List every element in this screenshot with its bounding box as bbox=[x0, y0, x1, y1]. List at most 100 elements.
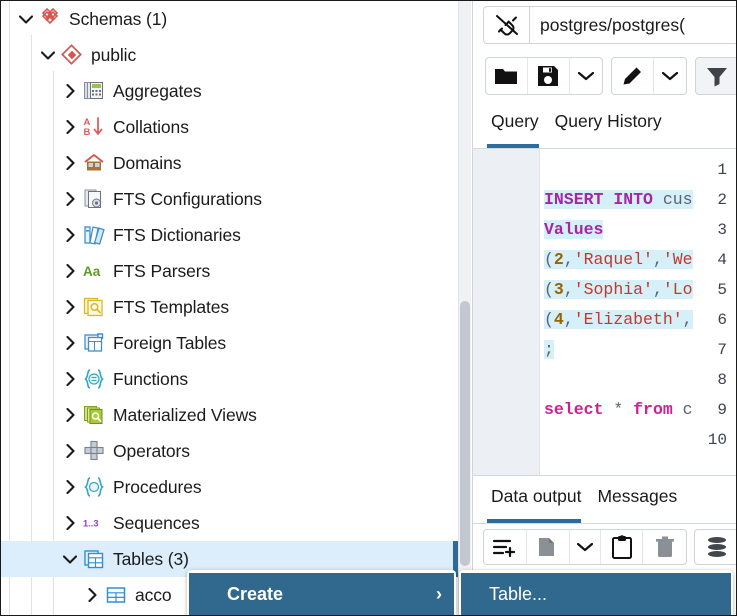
tab-data-output[interactable]: Data output bbox=[487, 480, 593, 523]
domains-icon bbox=[81, 152, 107, 174]
tree-item-label: Foreign Tables bbox=[113, 332, 227, 353]
output-tab-strip: Data output Messages bbox=[473, 480, 736, 524]
tab-query-history[interactable]: Query History bbox=[551, 105, 674, 148]
tree-item-domains[interactable]: Domains bbox=[1, 145, 458, 181]
tree-item-label: Tables (3) bbox=[113, 548, 189, 569]
sql-editor[interactable]: 1 2 3 4 5 6 7 8 9 10 INSERT INTO cus Values (2,'Raq… bbox=[473, 149, 736, 475]
code-line[interactable]: INSERT INTO cus bbox=[544, 185, 693, 215]
filter-button-group bbox=[695, 57, 736, 95]
tree-item-aggregates[interactable]: Aggregates bbox=[1, 73, 458, 109]
tree-item-foreign-tables[interactable]: Foreign Tables bbox=[1, 325, 458, 361]
chevron-right-icon[interactable] bbox=[59, 264, 81, 278]
chevron-right-icon[interactable] bbox=[59, 372, 81, 386]
tree-item-fts-parsers[interactable]: Aa FTS Parsers bbox=[1, 253, 458, 289]
query-tab-strip: Query Query History bbox=[473, 105, 736, 149]
chevron-right-icon[interactable] bbox=[59, 336, 81, 350]
tree-item-schemas-1[interactable]: Schemas (1) bbox=[1, 1, 458, 37]
code-line[interactable]: (4,'Elizabeth', bbox=[544, 305, 693, 335]
save-dropdown-chevron-down-icon[interactable] bbox=[570, 58, 602, 94]
tab-query[interactable]: Query bbox=[487, 105, 551, 148]
tree-item-procedures[interactable]: Procedures bbox=[1, 469, 458, 505]
code-line[interactable]: select * from c bbox=[544, 395, 693, 425]
chevron-right-icon[interactable] bbox=[59, 480, 81, 494]
tree-item-fts-templates[interactable]: FTS Templates bbox=[1, 289, 458, 325]
line-number: 6 bbox=[717, 311, 727, 329]
chevron-right-icon[interactable] bbox=[59, 156, 81, 170]
sequences-icon: 1..3 bbox=[81, 512, 107, 534]
chevron-down-icon[interactable] bbox=[37, 50, 59, 60]
context-submenu-create: Table... bbox=[459, 570, 733, 615]
fts-configurations-icon bbox=[81, 188, 107, 210]
line-number: 9 bbox=[717, 401, 727, 419]
paste-icon[interactable] bbox=[601, 530, 644, 564]
tree-item-fts-configurations[interactable]: FTS Configurations bbox=[1, 181, 458, 217]
tree-item-materialized-views[interactable]: Materialized Views bbox=[1, 397, 458, 433]
tree-item-label: Collations bbox=[113, 116, 189, 137]
tree-item-public[interactable]: public bbox=[1, 37, 458, 73]
menu-item-table[interactable]: Table... bbox=[461, 573, 731, 615]
open-file-icon[interactable] bbox=[486, 58, 528, 94]
tree-item-operators[interactable]: Operators bbox=[1, 433, 458, 469]
edit-button-group bbox=[611, 57, 688, 95]
tree-item-label: FTS Templates bbox=[113, 296, 230, 317]
pencil-icon[interactable] bbox=[612, 58, 654, 94]
disconnected-plug-icon[interactable] bbox=[483, 6, 529, 44]
line-number: 4 bbox=[717, 251, 727, 269]
copy-dropdown-chevron-down-icon[interactable] bbox=[570, 530, 601, 564]
code-line[interactable]: Values bbox=[544, 215, 604, 245]
table-icon bbox=[103, 584, 129, 606]
tree-item-label: Materialized Views bbox=[113, 404, 257, 425]
chevron-right-icon[interactable] bbox=[59, 300, 81, 314]
edit-dropdown-chevron-down-icon[interactable] bbox=[654, 58, 686, 94]
tree-item-label: Procedures bbox=[113, 476, 202, 497]
code-line[interactable]: (3,'Sophia','Lo bbox=[544, 275, 693, 305]
tree-item-label: Operators bbox=[113, 440, 190, 461]
line-number: 3 bbox=[717, 221, 727, 239]
line-number: 7 bbox=[717, 341, 727, 359]
add-row-icon[interactable] bbox=[484, 530, 527, 564]
menu-item-create[interactable]: Create › bbox=[189, 573, 454, 615]
chevron-right-icon[interactable] bbox=[81, 588, 103, 602]
chevron-right-icon[interactable] bbox=[59, 120, 81, 134]
save-file-icon[interactable] bbox=[528, 58, 570, 94]
pgadmin-window: Schemas (1) public Aggregates A B Collations D… bbox=[0, 0, 737, 616]
line-number: 5 bbox=[717, 281, 727, 299]
filter-icon[interactable] bbox=[696, 58, 736, 94]
tree-item-label: Sequences bbox=[113, 512, 200, 533]
line-number: 8 bbox=[717, 371, 727, 389]
tree-item-label: acco bbox=[135, 584, 172, 605]
chevron-right-icon[interactable] bbox=[59, 228, 81, 242]
trash-icon[interactable] bbox=[643, 530, 686, 564]
procedures-icon bbox=[81, 476, 107, 498]
chevron-down-icon[interactable] bbox=[15, 14, 37, 24]
aggregates-icon bbox=[81, 80, 107, 102]
object-browser-tree[interactable]: Schemas (1) public Aggregates A B Collations D… bbox=[1, 1, 458, 615]
chevron-right-icon: › bbox=[436, 583, 442, 604]
chevron-right-icon[interactable] bbox=[59, 408, 81, 422]
code-line[interactable]: ; bbox=[544, 335, 554, 365]
svg-text:Aa: Aa bbox=[83, 264, 101, 279]
tab-query-history-label: Query History bbox=[554, 111, 662, 131]
line-number-gutter bbox=[473, 149, 540, 475]
output-button-group bbox=[483, 529, 688, 565]
chevron-right-icon[interactable] bbox=[59, 516, 81, 530]
tree-item-label: Schemas (1) bbox=[69, 8, 168, 29]
tree-item-collations[interactable]: A B Collations bbox=[1, 109, 458, 145]
connection-string[interactable]: postgres/postgres( bbox=[529, 6, 736, 44]
tree-item-label: FTS Dictionaries bbox=[113, 224, 241, 245]
chevron-right-icon[interactable] bbox=[59, 84, 81, 98]
tree-item-functions[interactable]: Functions bbox=[1, 361, 458, 397]
code-line[interactable]: (2,'Raquel','We bbox=[544, 245, 693, 275]
chevron-right-icon[interactable] bbox=[59, 444, 81, 458]
tree-scrollbar-thumb[interactable] bbox=[460, 301, 470, 566]
chevron-right-icon[interactable] bbox=[59, 192, 81, 206]
schema-public-icon bbox=[59, 44, 85, 66]
tree-item-sequences[interactable]: 1..3 Sequences bbox=[1, 505, 458, 541]
fts-dictionaries-icon bbox=[81, 224, 107, 246]
tab-messages[interactable]: Messages bbox=[593, 480, 689, 523]
chevron-down-icon[interactable] bbox=[59, 554, 81, 564]
output-toolbar bbox=[473, 526, 736, 568]
copy-icon[interactable] bbox=[527, 530, 570, 564]
tree-item-fts-dictionaries[interactable]: FTS Dictionaries bbox=[1, 217, 458, 253]
save-data-icon[interactable] bbox=[695, 530, 736, 564]
